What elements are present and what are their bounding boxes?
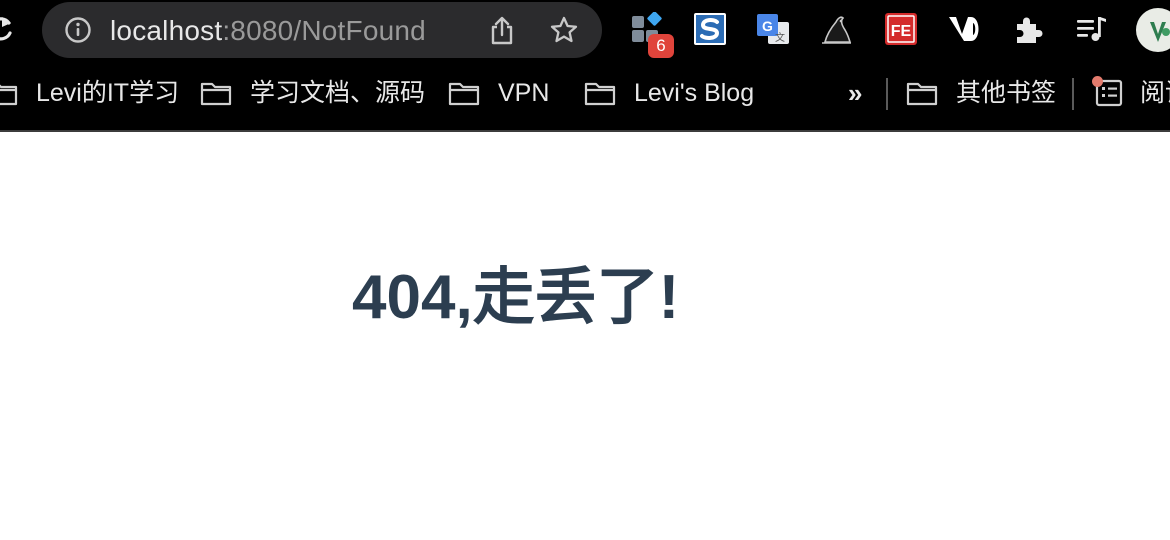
- other-bookmarks-folder[interactable]: 其他书签: [906, 76, 1056, 110]
- site-info-icon[interactable]: [64, 16, 92, 44]
- profile-avatar[interactable]: [1136, 8, 1170, 52]
- svg-text:文: 文: [775, 31, 785, 44]
- page-content: 404,走丢了!: [0, 132, 1170, 540]
- url-path: :8080/NotFound: [222, 15, 426, 46]
- share-icon[interactable]: [488, 16, 516, 46]
- bookmark-folder-vpn[interactable]: VPN: [448, 76, 549, 110]
- bird-extension-icon[interactable]: [819, 12, 853, 46]
- reading-list-unread-dot: [1092, 76, 1103, 87]
- folder-icon: [448, 82, 480, 106]
- avatar-image: [1150, 22, 1170, 42]
- puzzle-icon[interactable]: [1012, 12, 1046, 46]
- folder-icon: [584, 82, 616, 106]
- bookmarks-bar: Levi的IT学习 学习文档、源码 VPN Levi's Blog » 其他书签…: [0, 62, 1170, 130]
- bookmarks-separator: [886, 78, 888, 110]
- media-control-icon[interactable]: [1074, 12, 1108, 46]
- bookmarks-overflow-button[interactable]: »: [848, 76, 862, 110]
- browser-chrome: localhost:8080/NotFound 6 G 文 FE Levi的IT…: [0, 0, 1170, 132]
- svg-text:G: G: [762, 18, 773, 34]
- not-found-heading: 404,走丢了!: [352, 263, 680, 332]
- address-bar[interactable]: localhost:8080/NotFound: [42, 2, 602, 58]
- url-host: localhost: [110, 15, 223, 46]
- bookmark-folder-blog[interactable]: Levi's Blog: [584, 76, 754, 110]
- tab-count-badge: 6: [648, 34, 674, 58]
- s-extension-icon[interactable]: [693, 12, 727, 46]
- url-text[interactable]: localhost:8080/NotFound: [110, 14, 426, 48]
- folder-icon: [906, 82, 938, 106]
- vd-extension-icon[interactable]: [947, 12, 981, 46]
- google-translate-icon[interactable]: G 文: [756, 12, 790, 46]
- bookmark-label: Levi's Blog: [634, 79, 755, 107]
- bookmark-label: 学习文档、源码: [250, 79, 426, 107]
- bookmark-label: Levi的IT学习: [36, 79, 180, 107]
- svg-text:FE: FE: [891, 23, 912, 40]
- bookmark-folder-docs[interactable]: 学习文档、源码: [200, 76, 425, 110]
- fe-extension-icon[interactable]: FE: [884, 12, 918, 46]
- browser-toolbar: localhost:8080/NotFound 6 G 文 FE: [0, 0, 1170, 62]
- other-bookmarks-label: 其他书签: [956, 79, 1057, 107]
- reading-list-button[interactable]: 阅读: [1094, 76, 1170, 110]
- bookmarks-separator: [1072, 78, 1074, 110]
- folder-icon: [0, 84, 18, 106]
- bookmark-folder-levi-it[interactable]: Levi的IT学习: [0, 76, 179, 110]
- reload-icon[interactable]: [0, 14, 14, 44]
- bookmark-label: VPN: [498, 79, 550, 107]
- reading-list-label: 阅读: [1140, 79, 1170, 107]
- folder-icon: [200, 82, 232, 106]
- bookmark-star-icon[interactable]: [549, 15, 579, 45]
